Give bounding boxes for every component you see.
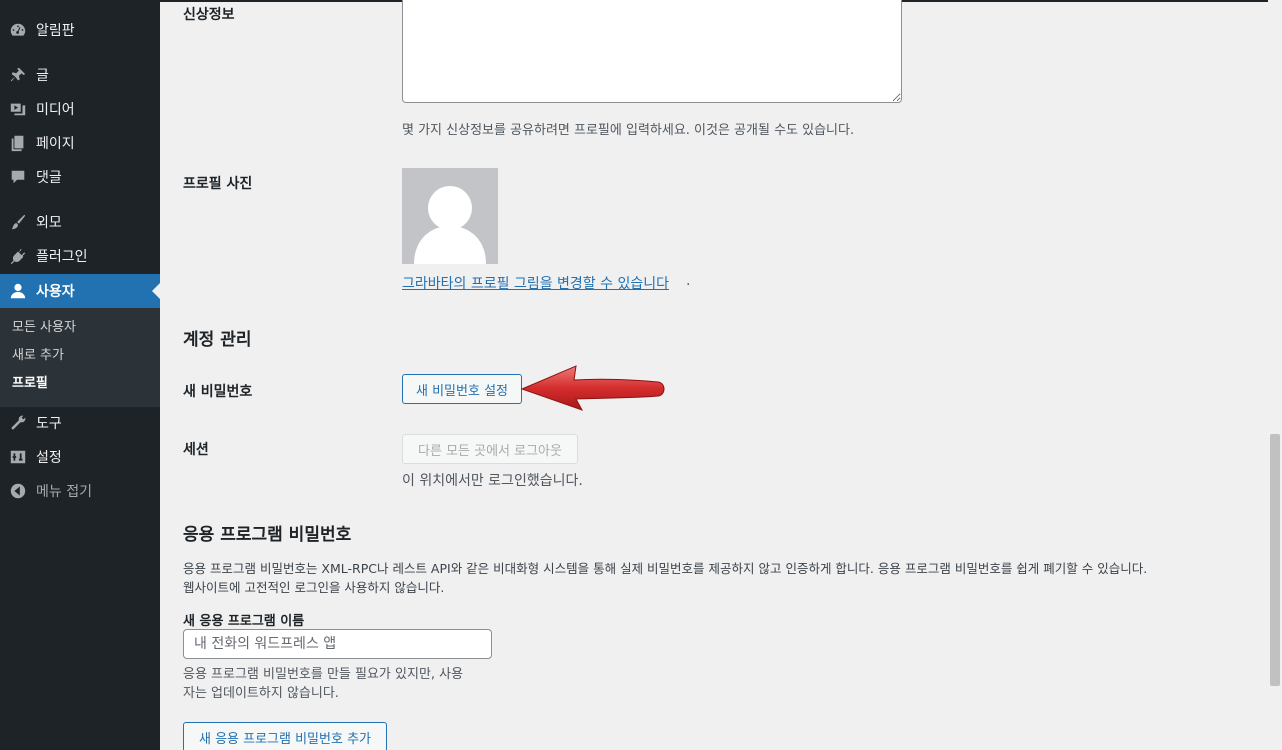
menu-item-posts[interactable]: 글 (0, 58, 160, 92)
sessions-label: 세션 (183, 442, 209, 458)
menu-label: 메뉴 접기 (36, 484, 92, 500)
menu-label: 도구 (36, 416, 62, 432)
set-new-password-button[interactable]: 새 비밀번호 설정 (402, 374, 522, 404)
add-app-password-button[interactable]: 새 응용 프로그램 비밀번호 추가 (183, 722, 387, 750)
menu-label: 페이지 (36, 136, 75, 152)
admin-sidebar: 알림판 글 미디어 페이지 댓글 외모 플러그인 사용자 모든 사용자 새로 추… (0, 0, 160, 750)
app-name-help-line1: 응용 프로그램 비밀번호를 만들 필요가 있지만, 사용 (183, 667, 464, 682)
brush-icon (8, 212, 28, 232)
red-arrow-annotation (520, 365, 665, 411)
menu-label: 사용자 (36, 284, 75, 300)
menu-collapse[interactable]: 메뉴 접기 (0, 474, 160, 508)
menu-label: 글 (36, 68, 49, 84)
menu-item-pages[interactable]: 페이지 (0, 126, 160, 160)
submenu-add-new[interactable]: 새로 추가 (0, 342, 160, 370)
user-icon (8, 281, 28, 301)
logout-everywhere-button[interactable]: 다른 모든 곳에서 로그아웃 (402, 434, 578, 464)
app-passwords-desc-line2: 웹사이트에 고전적인 로그인을 사용하지 않습니다. (183, 580, 445, 595)
menu-label: 미디어 (36, 102, 75, 118)
menu-item-comments[interactable]: 댓글 (0, 160, 160, 194)
app-passwords-heading: 응용 프로그램 비밀번호 (183, 525, 352, 545)
sessions-note: 이 위치에서만 로그인했습니다. (402, 473, 583, 489)
menu-item-appearance[interactable]: 외모 (0, 205, 160, 239)
menu-item-users[interactable]: 사용자 (0, 274, 160, 308)
menu-label: 댓글 (36, 170, 62, 186)
collapse-icon (8, 481, 28, 501)
submenu-all-users[interactable]: 모든 사용자 (0, 314, 160, 342)
settings-icon (8, 447, 28, 467)
submenu-profile[interactable]: 프로필 (0, 370, 160, 398)
plugin-icon (8, 246, 28, 266)
wrench-icon (8, 413, 28, 433)
app-name-help-line2: 자는 업데이트하지 않습니다. (183, 686, 339, 701)
profile-picture-label: 프로필 사진 (183, 176, 253, 192)
app-name-input[interactable] (183, 629, 492, 659)
menu-label: 플러그인 (36, 249, 88, 265)
bio-label: 신상정보 (183, 7, 235, 23)
menu-item-tools[interactable]: 도구 (0, 406, 160, 440)
media-icon (8, 99, 28, 119)
menu-item-media[interactable]: 미디어 (0, 92, 160, 126)
menu-item-dashboard[interactable]: 알림판 (0, 13, 160, 47)
gravatar-link-suffix: . (686, 273, 691, 289)
menu-label: 설정 (36, 450, 62, 466)
bio-help: 몇 가지 신상정보를 공유하려면 프로필에 입력하세요. 이것은 공개될 수도 … (402, 123, 855, 138)
gravatar-link[interactable]: 그라바타의 프로필 그림을 변경할 수 있습니다 (402, 273, 669, 293)
scrollbar-thumb[interactable] (1270, 434, 1280, 686)
users-submenu: 모든 사용자 새로 추가 프로필 (0, 308, 160, 407)
pin-icon (8, 65, 28, 85)
avatar-silhouette-icon (414, 186, 486, 264)
new-password-label: 새 비밀번호 (183, 384, 253, 400)
menu-label: 알림판 (36, 23, 75, 39)
pages-icon (8, 133, 28, 153)
app-name-label: 새 응용 프로그램 이름 (183, 614, 305, 629)
comments-icon (8, 167, 28, 187)
menu-item-settings[interactable]: 설정 (0, 440, 160, 474)
menu-label: 외모 (36, 215, 62, 231)
avatar (402, 168, 498, 264)
dashboard-icon (8, 20, 28, 40)
menu-item-plugins[interactable]: 플러그인 (0, 239, 160, 273)
app-passwords-desc-line1: 응용 프로그램 비밀번호는 XML-RPC나 레스트 API와 같은 비대화형 … (183, 561, 1148, 576)
bio-textarea[interactable] (402, 0, 902, 103)
account-heading: 계정 관리 (183, 330, 252, 350)
